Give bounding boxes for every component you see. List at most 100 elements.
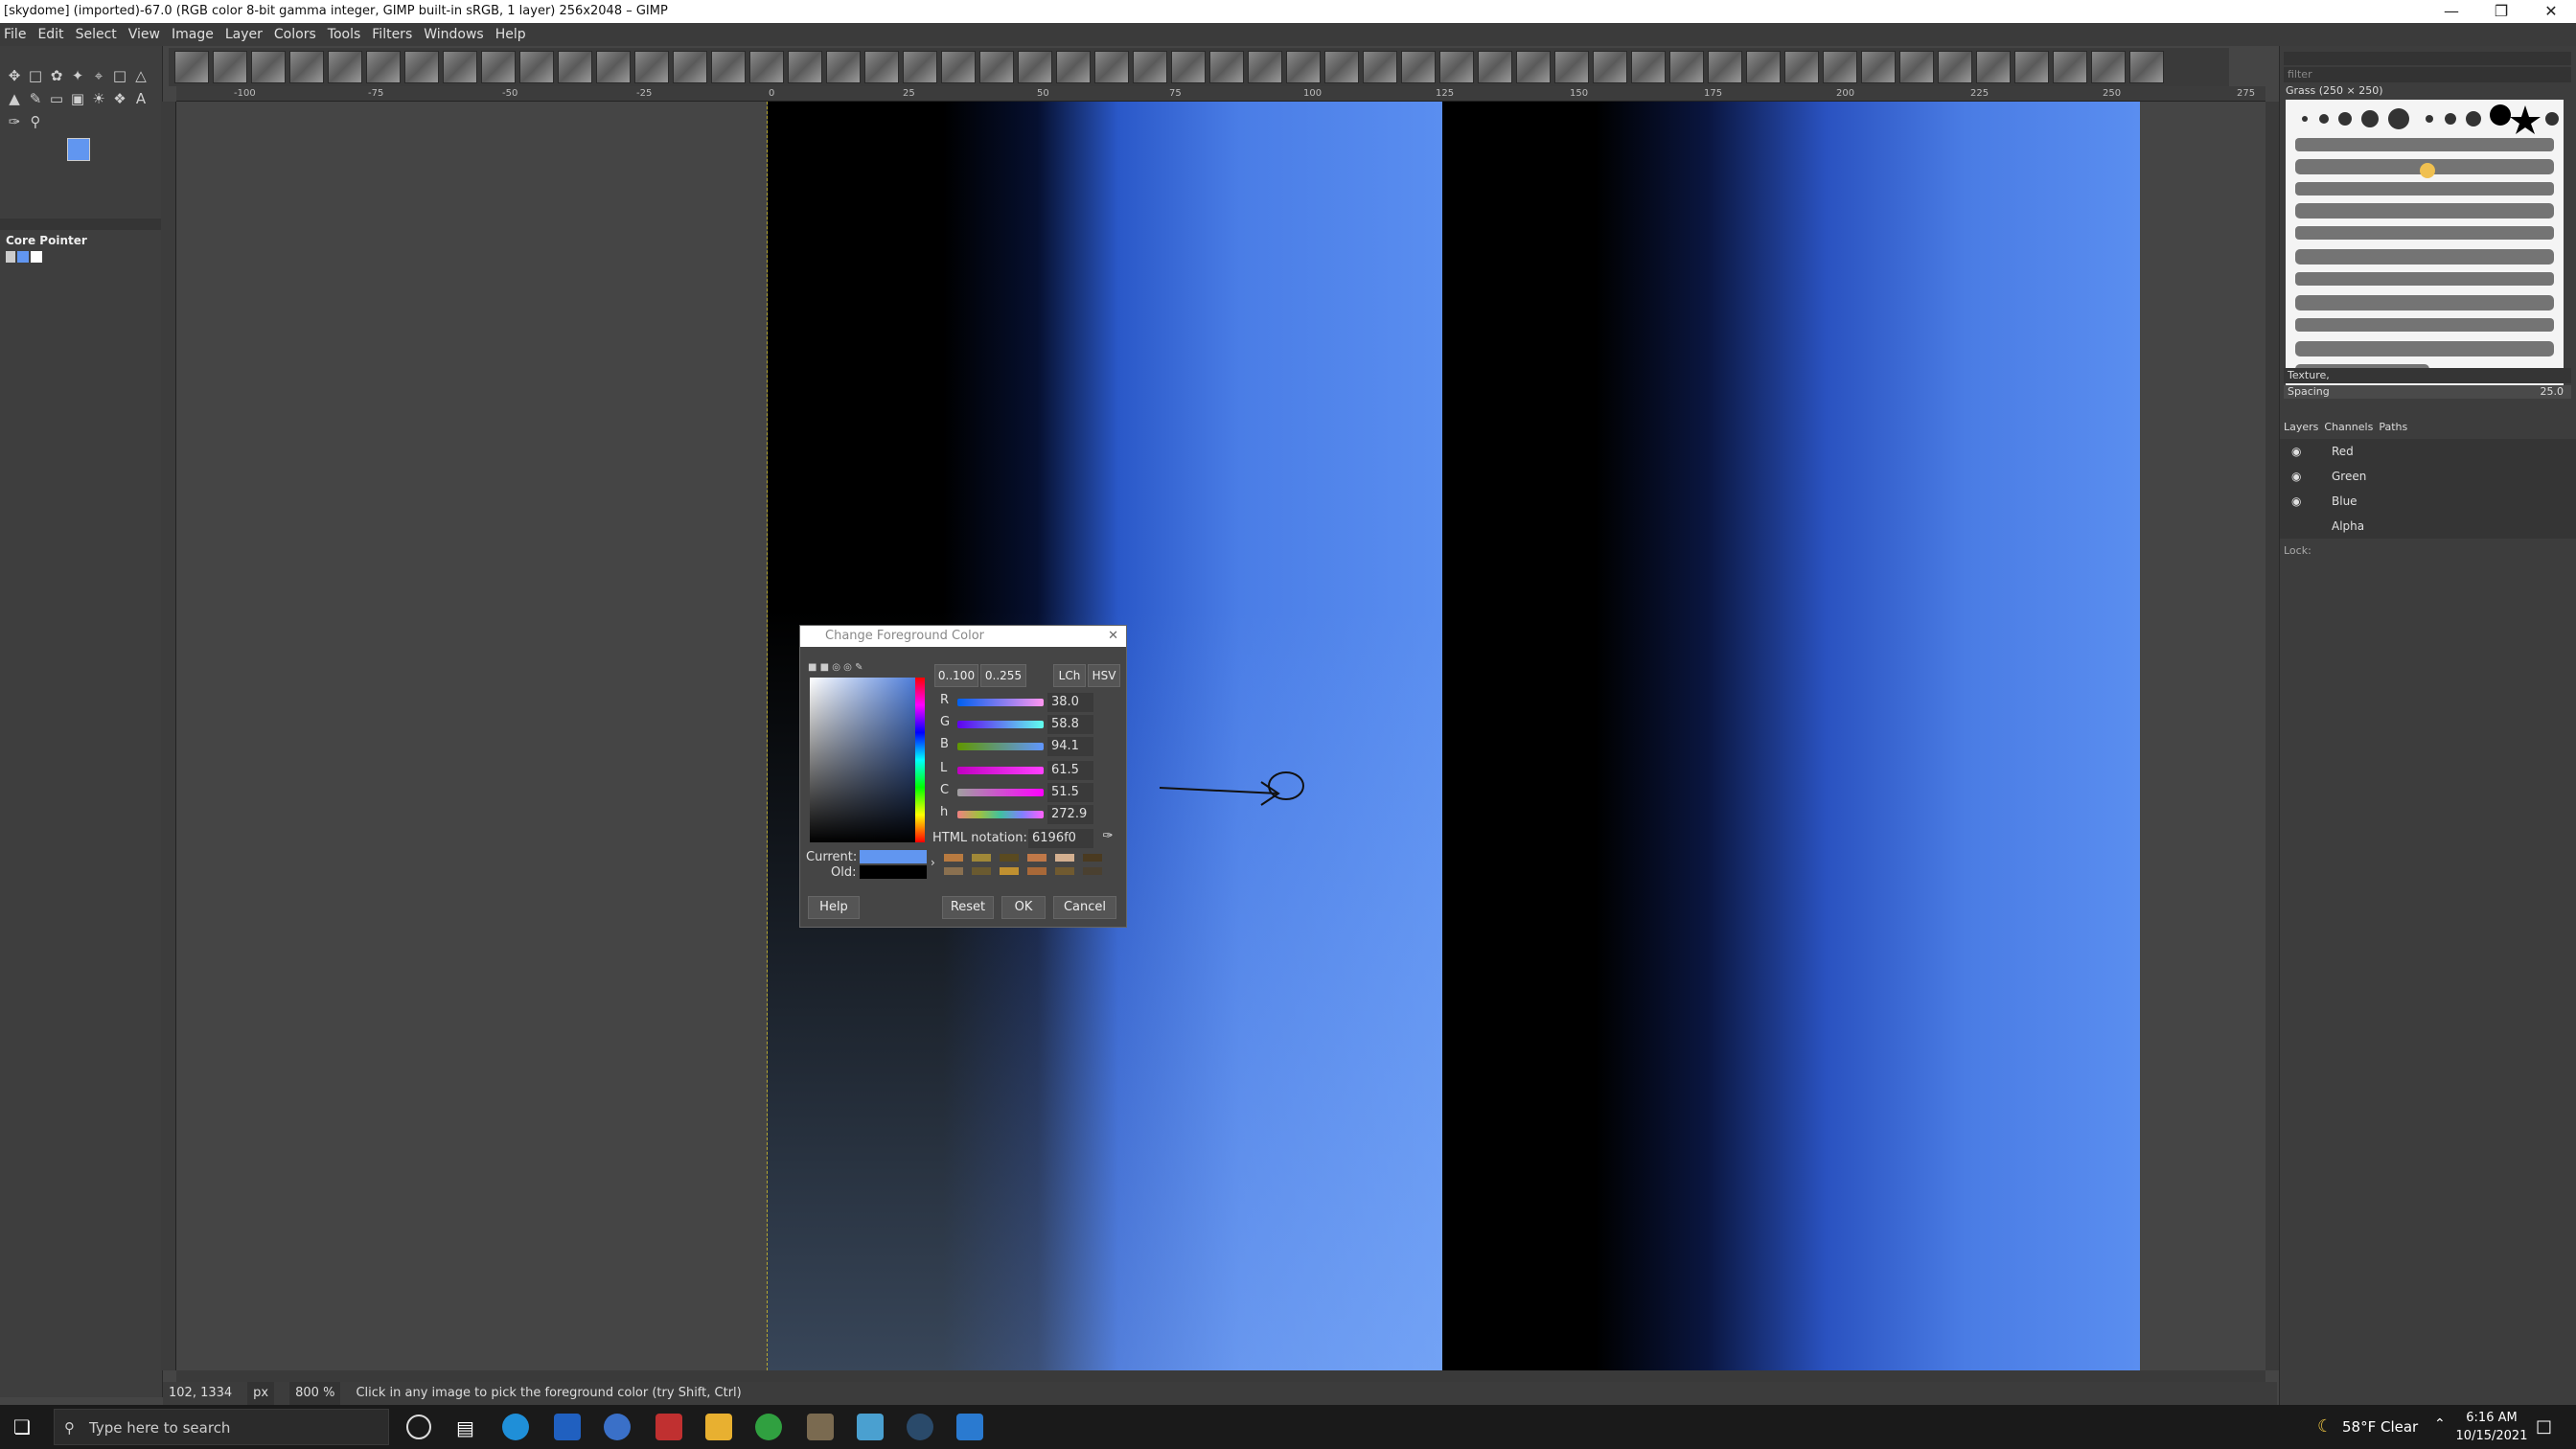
- taskbar-search-input[interactable]: ⚲ Type here to search: [54, 1409, 389, 1445]
- zoom-tool-icon[interactable]: ⚲: [25, 111, 46, 132]
- brush-thumbnail[interactable]: [366, 51, 401, 83]
- brush-thumbnail[interactable]: [1746, 51, 1781, 83]
- paintbrush-tool-icon[interactable]: ✎: [25, 88, 46, 109]
- text-tool-icon[interactable]: A: [130, 88, 151, 109]
- slider-b[interactable]: B 94.1: [940, 737, 1120, 756]
- history-arrow-icon[interactable]: ›: [931, 856, 935, 869]
- history-swatch[interactable]: [1027, 854, 1046, 862]
- slider-track[interactable]: [957, 721, 1044, 728]
- task-view-icon[interactable]: ▤: [456, 1416, 474, 1439]
- cortana-icon[interactable]: [406, 1414, 431, 1439]
- brush-tag-field[interactable]: Texture,: [2284, 368, 2571, 383]
- menu-help[interactable]: Help: [495, 23, 526, 46]
- slider-track[interactable]: [957, 743, 1044, 750]
- brush-thumbnail[interactable]: [1554, 51, 1589, 83]
- slider-r[interactable]: R 38.0: [940, 693, 1120, 712]
- edge-icon[interactable]: [502, 1414, 529, 1440]
- spacing-slider[interactable]: Spacing 25.0: [2284, 385, 2571, 399]
- photos-icon[interactable]: [956, 1414, 983, 1440]
- color-selector-tabs[interactable]: ■ ■ ◎ ◎ ✎: [808, 662, 875, 674]
- slider-value[interactable]: 61.5: [1047, 761, 1093, 780]
- brush-thumbnail[interactable]: [2129, 51, 2164, 83]
- crop-tool-icon[interactable]: ⌖: [88, 65, 109, 86]
- file-explorer-icon[interactable]: [705, 1414, 732, 1440]
- eraser-tool-icon[interactable]: ▭: [46, 88, 67, 109]
- history-swatch[interactable]: [972, 867, 991, 875]
- menu-filters[interactable]: Filters: [372, 23, 412, 46]
- slider-h[interactable]: h 272.9: [940, 805, 1120, 824]
- slider-track[interactable]: [957, 767, 1044, 774]
- brush-thumbnail[interactable]: [1593, 51, 1627, 83]
- history-swatch[interactable]: [1000, 867, 1019, 875]
- history-swatch[interactable]: [944, 854, 963, 862]
- brush-thumbnail[interactable]: [481, 51, 516, 83]
- brush-thumbnail[interactable]: [404, 51, 439, 83]
- menu-image[interactable]: Image: [172, 23, 214, 46]
- slider-value[interactable]: 51.5: [1047, 783, 1093, 802]
- tray-chevron-icon[interactable]: ⌃: [2434, 1416, 2446, 1432]
- slider-track[interactable]: [957, 789, 1044, 796]
- color-history[interactable]: [944, 854, 1116, 879]
- brush-thumbnails[interactable]: [2286, 100, 2564, 397]
- slider-track[interactable]: [957, 811, 1044, 818]
- cancel-button[interactable]: Cancel: [1053, 896, 1116, 919]
- brush-thumbnail[interactable]: [1324, 51, 1359, 83]
- slider-value[interactable]: 58.8: [1047, 715, 1093, 734]
- history-swatch[interactable]: [1055, 854, 1074, 862]
- mail-icon[interactable]: [554, 1414, 581, 1440]
- hue-strip[interactable]: [915, 678, 925, 842]
- clock[interactable]: 6:16 AM 10/15/2021: [2453, 1409, 2530, 1445]
- brush-strip[interactable]: [169, 48, 2229, 86]
- eye-icon[interactable]: ◉: [2291, 489, 2301, 514]
- brush-thumbnail[interactable]: [1439, 51, 1474, 83]
- gimp-icon[interactable]: [807, 1414, 834, 1440]
- dock-tabs[interactable]: [0, 218, 163, 230]
- slider-l[interactable]: L 61.5: [940, 761, 1120, 780]
- channel-row-blue[interactable]: ◉ Blue: [2280, 489, 2576, 514]
- brush-thumbnail[interactable]: [941, 51, 976, 83]
- channel-row-green[interactable]: ◉ Green: [2280, 464, 2576, 489]
- warp-tool-icon[interactable]: △: [130, 65, 151, 86]
- app2-icon[interactable]: [857, 1414, 884, 1440]
- brush-thumbnail[interactable]: [711, 51, 746, 83]
- brush-thumbnail[interactable]: [1784, 51, 1819, 83]
- brush-filter-input[interactable]: filter: [2284, 67, 2571, 82]
- range-0-100-button[interactable]: 0..100: [934, 664, 978, 687]
- channel-row-alpha[interactable]: Alpha: [2280, 514, 2576, 539]
- channel-row-red[interactable]: ◉ Red: [2280, 439, 2576, 464]
- menu-select[interactable]: Select: [76, 23, 117, 46]
- weather-label[interactable]: 58°F Clear: [2342, 1418, 2418, 1436]
- brush-thumbnail[interactable]: [519, 51, 554, 83]
- menu-windows[interactable]: Windows: [424, 23, 484, 46]
- minimize-icon[interactable]: —: [2426, 0, 2476, 23]
- brush-thumbnail[interactable]: [1708, 51, 1742, 83]
- history-swatch[interactable]: [1083, 867, 1102, 875]
- menu-view[interactable]: View: [128, 23, 160, 46]
- brush-thumbnail[interactable]: [443, 51, 477, 83]
- steam-icon[interactable]: [907, 1414, 933, 1440]
- ok-button[interactable]: OK: [1001, 896, 1046, 919]
- brush-thumbnail[interactable]: [1286, 51, 1321, 83]
- html-notation-input[interactable]: 6196f0: [1028, 829, 1093, 848]
- history-swatch[interactable]: [944, 867, 963, 875]
- slider-c[interactable]: C 51.5: [940, 783, 1120, 802]
- brush-thumbnail[interactable]: [1363, 51, 1397, 83]
- eye-icon[interactable]: ◉: [2291, 439, 2301, 464]
- brush-thumbnail[interactable]: [903, 51, 937, 83]
- range-0-255-button[interactable]: 0..255: [980, 664, 1026, 687]
- horizontal-scrollbar[interactable]: [176, 1370, 2266, 1382]
- brush-thumbnail[interactable]: [174, 51, 209, 83]
- transform-tool-icon[interactable]: □: [109, 65, 130, 86]
- tab-layers[interactable]: Layers: [2284, 420, 2318, 435]
- close-icon[interactable]: ✕: [1108, 626, 1118, 647]
- unit-select[interactable]: px: [247, 1382, 275, 1405]
- brush-thumbnail[interactable]: [596, 51, 631, 83]
- brush-thumbnail[interactable]: [749, 51, 784, 83]
- brush-thumbnail[interactable]: [826, 51, 861, 83]
- help-button[interactable]: Help: [808, 896, 860, 919]
- brush-thumbnail[interactable]: [1861, 51, 1896, 83]
- clone-tool-icon[interactable]: ▣: [67, 88, 88, 109]
- brush-thumbnail[interactable]: [251, 51, 286, 83]
- slider-value[interactable]: 94.1: [1047, 737, 1093, 756]
- brush-thumbnail[interactable]: [1056, 51, 1091, 83]
